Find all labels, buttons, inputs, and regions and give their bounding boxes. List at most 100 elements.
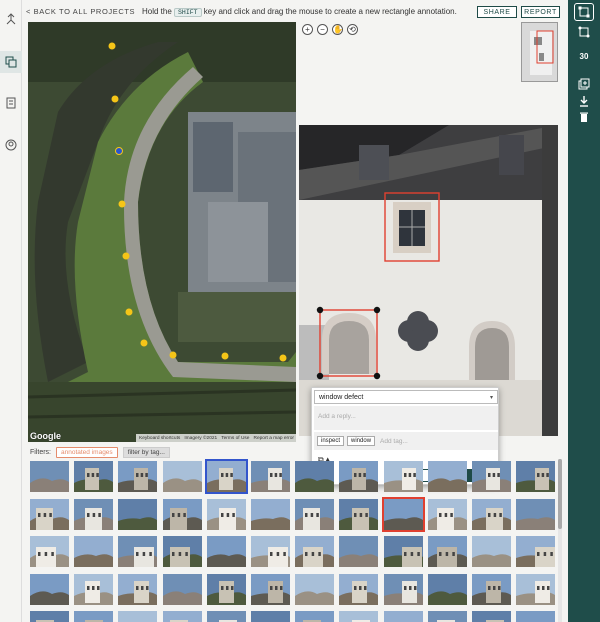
image-thumbnail[interactable] [383, 536, 423, 567]
image-thumbnail[interactable] [251, 611, 290, 622]
tag-chip-window[interactable]: window [347, 436, 376, 446]
image-thumbnail[interactable] [206, 611, 246, 622]
image-thumbnail[interactable] [339, 573, 379, 605]
image-thumbnail[interactable] [30, 461, 69, 492]
image-thumbnail[interactable] [472, 611, 511, 622]
report-button[interactable]: REPORT [521, 6, 560, 18]
image-thumbnail[interactable] [472, 573, 511, 605]
scrollbar-thumb[interactable] [558, 459, 562, 529]
annotation-label-select[interactable]: window defect ▾ [314, 390, 498, 404]
image-thumbnail[interactable] [30, 536, 69, 567]
image-thumbnail[interactable] [339, 611, 379, 622]
image-thumbnail[interactable] [118, 611, 158, 622]
image-thumbnail[interactable] [251, 461, 290, 492]
reply-input[interactable]: Add a reply... [314, 406, 498, 430]
image-thumbnail[interactable] [427, 573, 467, 605]
image-thumbnail[interactable] [162, 573, 202, 605]
image-thumbnail[interactable] [427, 461, 467, 492]
image-thumbnail[interactable] [118, 498, 158, 530]
image-thumbnail[interactable] [472, 536, 511, 567]
image-thumbnail[interactable] [516, 573, 556, 605]
image-thumbnail[interactable] [516, 498, 556, 530]
add-image-icon[interactable] [574, 75, 594, 93]
image-thumbnail[interactable] [383, 573, 423, 605]
image-thumbnail[interactable] [339, 461, 379, 492]
image-thumbnail[interactable] [295, 498, 335, 530]
annotated-images-filter[interactable]: annotated images [56, 446, 118, 458]
image-thumbnail[interactable] [30, 573, 69, 605]
map-attribution: Keyboard shortcuts Imagery ©2021 Terms o… [136, 434, 296, 442]
count-badge: 30 [579, 51, 589, 61]
thumbnail-photo [118, 461, 158, 492]
image-thumbnail[interactable] [206, 498, 246, 530]
image-thumbnail[interactable] [251, 536, 290, 567]
image-thumbnail[interactable] [74, 611, 114, 622]
reset-view-button[interactable]: ⟲ [347, 24, 358, 35]
image-thumbnail[interactable] [427, 498, 467, 530]
image-thumbnail[interactable] [381, 496, 425, 532]
image-thumbnail[interactable] [427, 611, 467, 622]
image-thumbnail[interactable] [74, 536, 114, 567]
image-thumbnail[interactable] [204, 459, 248, 494]
image-thumbnail[interactable] [74, 573, 114, 605]
thumbnail-photo [118, 498, 158, 530]
image-thumbnail[interactable] [206, 573, 246, 605]
image-thumbnail[interactable] [383, 461, 423, 492]
back-to-projects-link[interactable]: < BACK TO ALL PROJECTS [26, 7, 135, 16]
image-thumbnail[interactable] [472, 461, 511, 492]
polygon-tool-icon[interactable] [574, 23, 594, 41]
image-thumbnail[interactable] [118, 461, 158, 492]
image-thumbnail[interactable] [295, 611, 335, 622]
share-button[interactable]: SHARE [477, 6, 517, 18]
image-thumbnail[interactable] [74, 498, 114, 530]
image-thumbnail[interactable] [339, 536, 379, 567]
image-thumbnail[interactable] [162, 498, 202, 530]
zoom-out-button[interactable]: − [317, 24, 328, 35]
report-icon[interactable] [0, 92, 22, 114]
image-thumbnail[interactable] [339, 498, 379, 530]
thumbnail-photo [206, 536, 246, 567]
grid-scrollbar[interactable] [558, 459, 562, 622]
trash-icon[interactable] [574, 108, 594, 126]
image-thumbnail[interactable] [427, 536, 467, 567]
image-thumbnail[interactable] [74, 461, 114, 492]
image-thumbnail[interactable] [295, 536, 335, 567]
image-thumbnail[interactable] [295, 461, 335, 492]
image-thumbnail[interactable] [118, 573, 158, 605]
image-navigator[interactable] [521, 22, 558, 82]
pan-button[interactable]: ✋ [332, 24, 343, 35]
image-thumbnail[interactable] [383, 611, 423, 622]
image-thumbnail[interactable] [162, 461, 202, 492]
image-thumbnail[interactable] [472, 498, 511, 530]
image-thumbnail[interactable] [251, 498, 290, 530]
add-tag-input[interactable]: Add tag... [380, 438, 408, 445]
image-thumbnail[interactable] [162, 536, 202, 567]
keyboard-shortcuts-link[interactable]: Keyboard shortcuts [139, 436, 180, 441]
thumbnail-photo [516, 536, 556, 567]
tag-chip-inspect[interactable]: inspect [317, 436, 345, 446]
image-thumbnail[interactable] [118, 536, 158, 567]
satellite-map[interactable]: Google Keyboard shortcuts Imagery ©2021 … [28, 22, 296, 442]
terms-link[interactable]: Terms of Use [221, 436, 249, 441]
image-thumbnail[interactable] [251, 573, 290, 605]
user-icon[interactable] [0, 134, 22, 156]
image-thumbnail[interactable] [30, 498, 69, 530]
thumbnail-photo [206, 573, 246, 605]
tag-filter-input[interactable]: filter by tag... [122, 446, 170, 458]
image-thumbnail[interactable] [516, 461, 556, 492]
tag-field: inspect window Add tag... [314, 432, 498, 450]
image-thumbnail[interactable] [206, 536, 246, 567]
thumbnail-photo [427, 498, 467, 530]
pin-icon[interactable] [0, 8, 22, 30]
image-thumbnail[interactable] [516, 611, 556, 622]
image-thumbnail-grid [28, 459, 556, 622]
images-icon[interactable] [0, 51, 22, 73]
image-thumbnail[interactable] [295, 573, 335, 605]
thumbnail-photo [251, 498, 290, 530]
rectangle-select-icon[interactable] [574, 3, 594, 21]
image-thumbnail[interactable] [516, 536, 556, 567]
report-map-error-link[interactable]: Report a map error [253, 436, 294, 441]
image-thumbnail[interactable] [30, 611, 69, 622]
image-thumbnail[interactable] [162, 611, 202, 622]
zoom-in-button[interactable]: + [302, 24, 313, 35]
